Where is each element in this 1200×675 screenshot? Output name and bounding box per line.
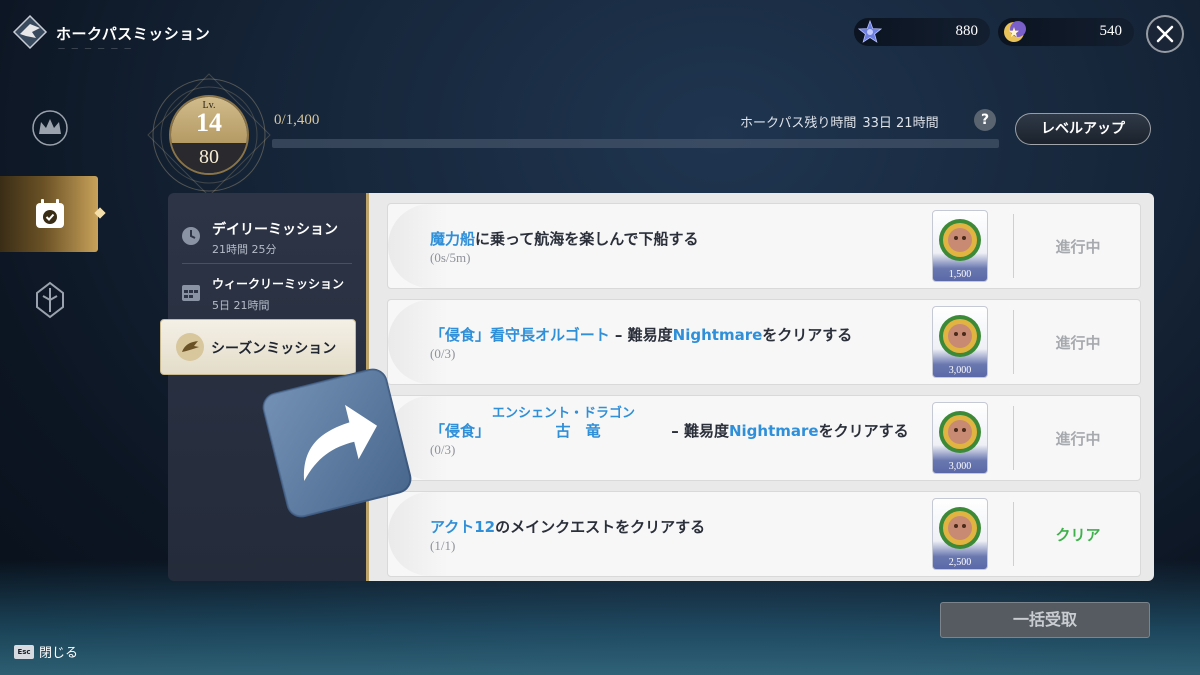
mission-title: 「侵食」 古 竜 – 難易度Nightmareをクリアする — [430, 420, 909, 441]
mission-card[interactable]: アクト12のメインクエストをクリアする (1/1) 2,500 クリア — [387, 491, 1141, 577]
crest-shield-icon — [36, 281, 64, 319]
mission-title-text: – 難易度 — [609, 326, 673, 344]
reward-item[interactable]: 3,000 — [932, 402, 988, 474]
remaining-time-value: 33日 21時間 — [862, 116, 939, 131]
reward-amount: 1,500 — [948, 269, 972, 280]
crown-icon — [32, 110, 68, 146]
currency-blue-star: 880 — [854, 18, 990, 46]
esc-key-badge: Esc — [14, 644, 34, 659]
reward-item[interactable]: 1,500 — [932, 210, 988, 282]
moon-star-icon — [1004, 21, 1026, 42]
sidebar-item-pass-rewards[interactable] — [0, 90, 98, 166]
mission-title-text: – 難易度 — [666, 422, 729, 440]
mission-title-text: のメインクエストをクリアする — [495, 518, 706, 536]
gold-medal-icon — [939, 411, 981, 453]
level-number: 14 — [196, 108, 222, 137]
close-hint[interactable]: Esc 閉じる — [14, 641, 78, 661]
tab-daily-missions[interactable]: デイリーミッション 21時間 25分 — [168, 207, 368, 263]
card-divider — [1013, 214, 1014, 278]
mission-title-base: 古 竜 — [555, 422, 601, 440]
mission-progress: (0s/5m) — [430, 250, 471, 265]
claim-all-button[interactable]: 一括受取 — [940, 602, 1150, 638]
mission-difficulty: Nightmare — [672, 326, 763, 344]
mission-card[interactable]: 「侵食」看守長オルゴート – 難易度Nightmareをクリアする (0/3) … — [387, 299, 1141, 385]
mission-title-text: をクリアする — [818, 422, 909, 440]
mission-difficulty: Nightmare — [728, 422, 819, 440]
top-bar: ホークパスミッション — — — — — — 880 540 — [0, 0, 1200, 64]
share-arrow-icon[interactable] — [262, 368, 412, 518]
page-subtitle-decoration: — — — — — — — [58, 44, 134, 52]
reward-amount: 3,000 — [948, 365, 972, 376]
card-divider — [1013, 502, 1014, 566]
level-badge-top: Lv. 14 — [171, 97, 247, 143]
mission-title-highlight: アクト12 — [430, 518, 496, 536]
level-badge: Lv. 14 80 — [169, 95, 249, 175]
season-icon — [176, 333, 204, 361]
mission-title-ruby: エンシェント・ドラゴン — [492, 406, 636, 421]
level-next-value: 80 — [199, 146, 219, 168]
card-divider — [1013, 310, 1014, 374]
level-badge-bottom: 80 — [171, 143, 247, 173]
reward-amount: 2,500 — [948, 557, 972, 568]
mission-card[interactable]: エンシェント・ドラゴン 「侵食」 古 竜 – 難易度Nightmareをクリアする… — [387, 395, 1141, 481]
mission-status: 進行中 — [1055, 334, 1101, 352]
sidebar-item-guild[interactable] — [0, 262, 98, 338]
card-divider — [1013, 406, 1014, 470]
xp-progress-text: 0/1,400 — [274, 112, 320, 128]
currency-moon-star: 540 — [998, 18, 1134, 46]
page-title: ホークパスミッション — [56, 25, 211, 43]
mission-title: アクト12のメインクエストをクリアする — [430, 516, 705, 537]
tab-label: デイリーミッション — [212, 222, 338, 238]
mission-status: 進行中 — [1055, 238, 1101, 256]
mission-title-text: に乗って航海を楽しんで下船する — [475, 230, 699, 248]
mission-list: 魔力船に乗って航海を楽しんで下船する (0s/5m) 1,500 進行中 「侵食… — [366, 193, 1154, 581]
mission-title-highlight: 「侵食」 — [430, 422, 491, 440]
mission-status: 進行中 — [1055, 430, 1101, 448]
blue-star-gem-icon — [858, 20, 882, 43]
reward-amount: 3,000 — [948, 461, 972, 472]
mission-progress: (1/1) — [430, 538, 456, 553]
mission-progress: (0/3) — [430, 442, 456, 457]
sidebar-item-missions[interactable] — [0, 176, 98, 252]
currency-value: 880 — [955, 23, 979, 39]
mission-status: クリア — [1055, 526, 1101, 544]
gold-medal-icon — [939, 315, 981, 357]
remaining-time-label: ホークパス残り時間 — [740, 116, 857, 131]
remaining-time: ホークパス残り時間 33日 21時間 — [740, 112, 939, 131]
gold-medal-icon — [939, 507, 981, 549]
tab-weekly-missions[interactable]: ウィークリーミッション 5日 21時間 — [168, 263, 368, 319]
mission-progress: (0/3) — [430, 346, 456, 361]
mission-title-highlight: 「侵食」看守長オルゴート — [430, 326, 610, 344]
close-button[interactable] — [1146, 15, 1184, 53]
close-hint-label: 閉じる — [39, 646, 79, 661]
help-button[interactable]: ? — [974, 109, 996, 131]
mission-title-text: をクリアする — [762, 326, 853, 344]
reward-item[interactable]: 2,500 — [932, 498, 988, 570]
hawk-pass-logo-icon — [12, 14, 48, 50]
calendar-check-icon — [36, 199, 64, 228]
close-icon — [1156, 25, 1174, 43]
currency-value: 540 — [1099, 23, 1123, 39]
mission-title: 「侵食」看守長オルゴート – 難易度Nightmareをクリアする — [430, 324, 852, 345]
level-up-button[interactable]: レベルアップ — [1015, 113, 1151, 145]
xp-progress-bar — [272, 139, 999, 148]
mission-title: 魔力船に乗って航海を楽しんで下船する — [430, 228, 699, 249]
mission-title-highlight: 魔力船 — [430, 230, 476, 248]
gold-medal-icon — [939, 219, 981, 261]
tab-label: ウィークリーミッション — [212, 277, 345, 291]
tab-sub: 21時間 25分 — [212, 243, 277, 256]
mission-card[interactable]: 魔力船に乗って航海を楽しんで下船する (0s/5m) 1,500 進行中 — [387, 203, 1141, 289]
tab-season-missions[interactable]: シーズンミッション — [160, 319, 356, 375]
tab-sub: 5日 21時間 — [212, 299, 270, 312]
tab-label: シーズンミッション — [211, 341, 337, 357]
clock-icon — [182, 227, 200, 245]
reward-item[interactable]: 3,000 — [932, 306, 988, 378]
calendar-icon — [182, 285, 200, 301]
